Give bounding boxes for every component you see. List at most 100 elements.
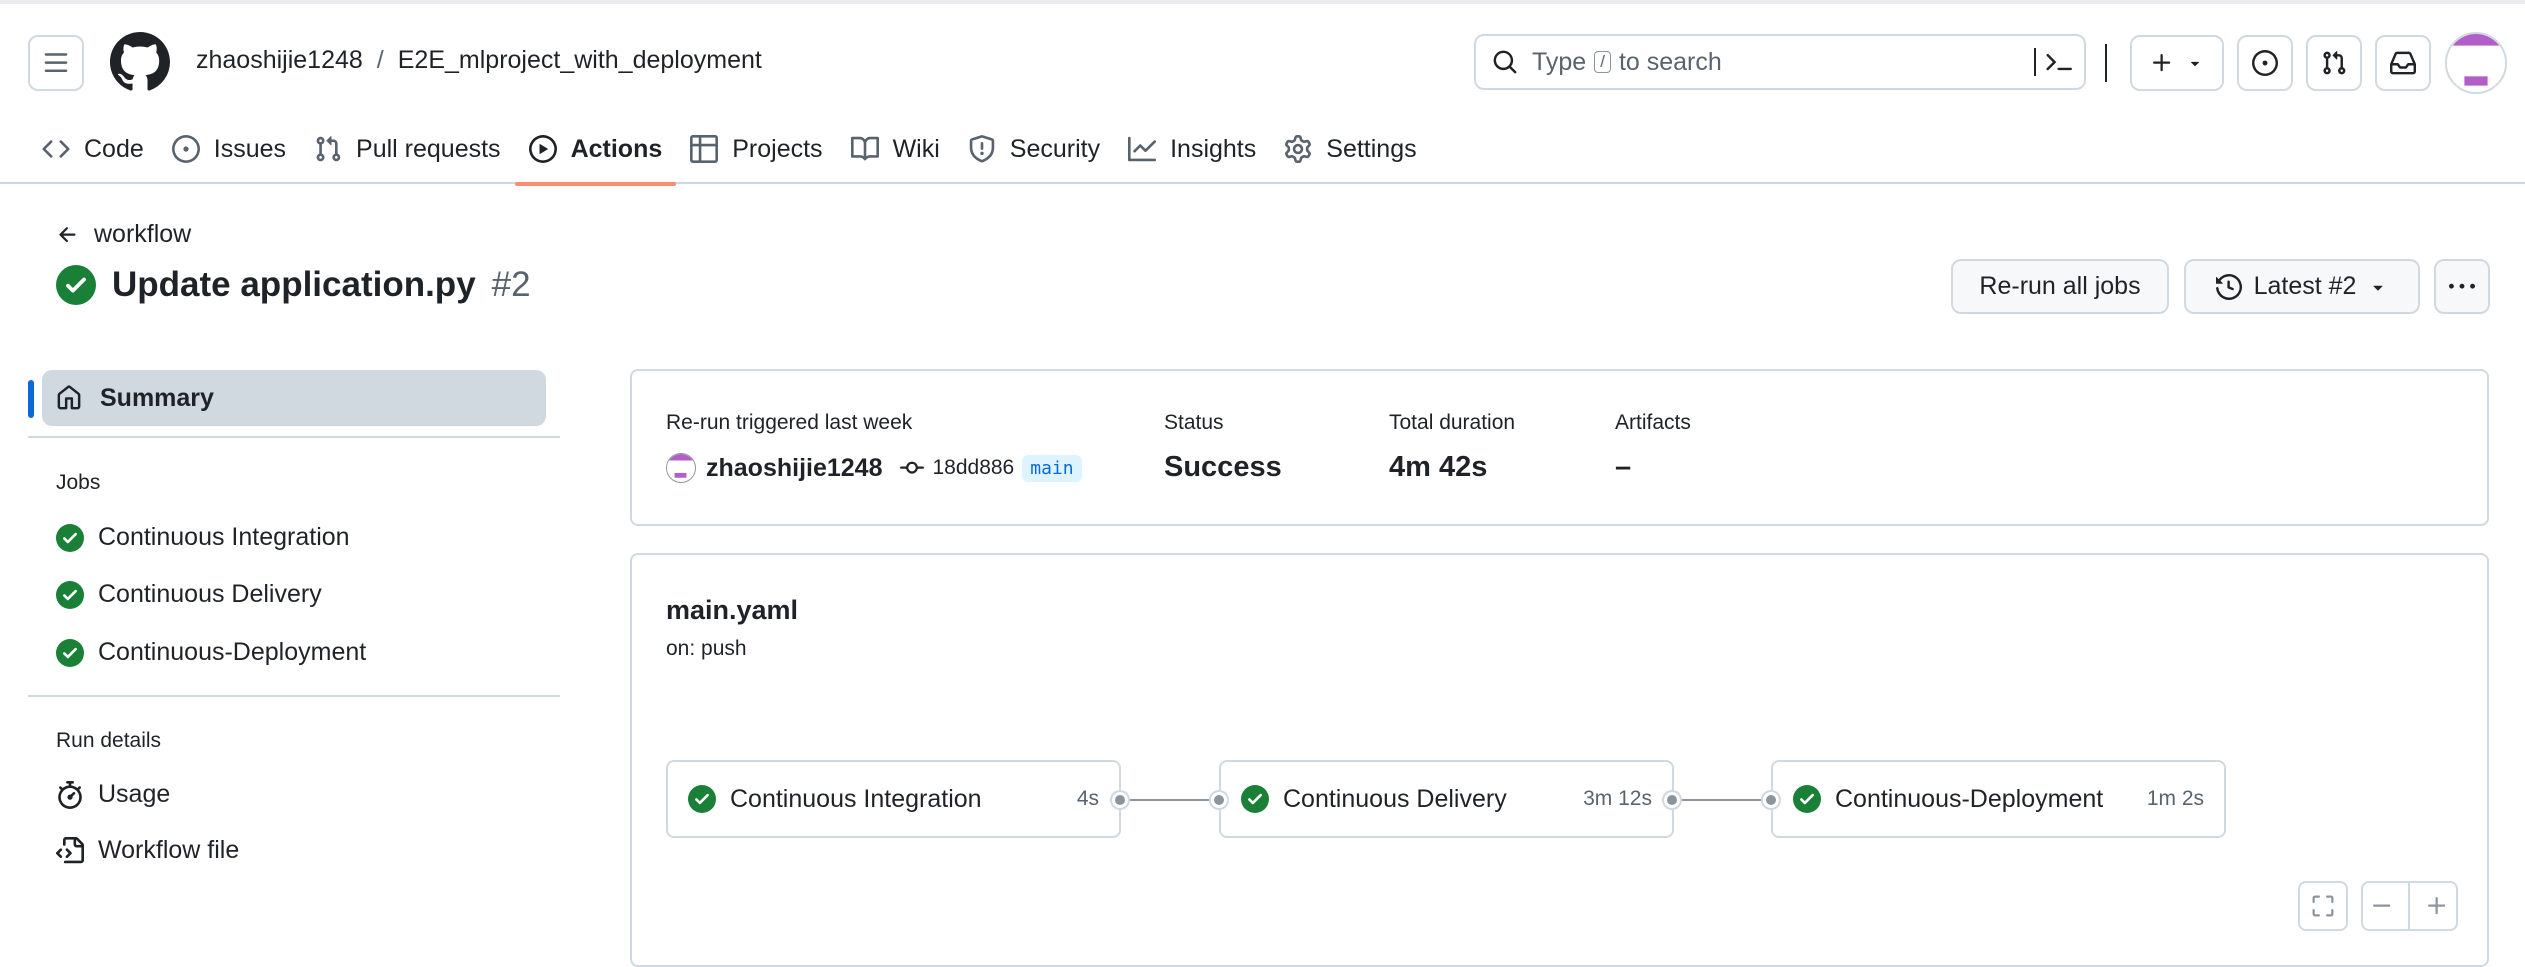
artifacts-value: –: [1615, 451, 1632, 483]
repo-name-link[interactable]: E2E_mlproject_with_deployment: [398, 46, 762, 75]
tab-projects-label: Projects: [732, 134, 823, 163]
job-duration: 3m 12s: [1583, 787, 1652, 810]
table-icon: [690, 135, 719, 163]
job-input-port: [1211, 792, 1227, 808]
job-duration: 4s: [1076, 787, 1099, 810]
repo-owner-link[interactable]: zhaoshijie1248: [196, 46, 363, 75]
tab-insights-label: Insights: [1170, 134, 1257, 163]
graph-icon: [1128, 136, 1157, 162]
job-name: Continuous Integration: [730, 784, 982, 813]
fullscreen-button[interactable]: [2298, 881, 2348, 931]
tab-wiki[interactable]: Wiki: [837, 118, 954, 180]
job-node-continuous-deployment[interactable]: Continuous-Deployment 1m 2s: [1771, 760, 2226, 838]
rerun-all-jobs-button[interactable]: Re-run all jobs: [1951, 259, 2169, 314]
trigger-label: Re-run triggered last week: [666, 411, 913, 434]
summary-label: Summary: [100, 383, 214, 412]
history-icon: [2215, 273, 2242, 300]
run-title: Update application.py: [112, 265, 476, 304]
sidebar-job-label: Continuous-Deployment: [98, 638, 367, 666]
tab-code-label: Code: [84, 134, 144, 163]
zoom-in-icon[interactable]: [2425, 894, 2449, 918]
commit-info: 18dd886 main: [900, 454, 1082, 482]
tab-settings-label: Settings: [1326, 134, 1417, 163]
search-icon: [1493, 50, 1517, 74]
sidebar-item-usage[interactable]: Usage: [56, 780, 170, 809]
zoom-out-icon[interactable]: [2370, 894, 2394, 918]
branch-badge[interactable]: main: [1022, 454, 1082, 482]
code-icon: [42, 140, 70, 158]
workflow-trigger: on: push: [666, 637, 747, 660]
inbox-icon: [2390, 51, 2416, 75]
sidebar-job-continuous-integration[interactable]: Continuous Integration: [56, 523, 350, 552]
notifications-button[interactable]: [2375, 35, 2431, 91]
tab-insights[interactable]: Insights: [1114, 118, 1270, 180]
check-circle-fill-icon: [56, 638, 84, 667]
repo-breadcrumb: zhaoshijie1248 / E2E_mlproject_with_depl…: [196, 46, 762, 75]
duration-value: 4m 42s: [1389, 451, 1488, 483]
selected-indicator: [28, 380, 34, 418]
shield-icon: [969, 135, 995, 163]
create-new-button[interactable]: [2130, 35, 2224, 91]
tab-pull-requests[interactable]: Pull requests: [300, 118, 515, 180]
workflow-file-name: main.yaml: [666, 595, 799, 625]
sidebar-item-workflow-file[interactable]: Workflow file: [56, 836, 239, 865]
search-divider: [2034, 48, 2036, 76]
plus-icon: [2153, 54, 2171, 72]
workflow-graph-card: main.yaml on: push Continuous Integratio…: [630, 553, 2489, 967]
tab-actions[interactable]: Actions: [514, 118, 677, 186]
tab-security-label: Security: [1009, 134, 1101, 163]
search-placeholder-before: Type: [1532, 47, 1587, 76]
tab-issues[interactable]: Issues: [158, 118, 300, 180]
tab-security[interactable]: Security: [954, 118, 1114, 180]
search-input[interactable]: Type / to search: [1474, 34, 2086, 90]
workflow-file-label: Workflow file: [98, 836, 240, 864]
search-shortcut-key: /: [1594, 51, 1611, 73]
sidebar-job-continuous-delivery[interactable]: Continuous Delivery: [56, 580, 322, 609]
job-name: Continuous Delivery: [1283, 784, 1507, 813]
git-pull-request-icon: [2323, 50, 2346, 75]
run-details-heading: Run details: [56, 729, 162, 752]
actor-info: zhaoshijie1248 18dd886 main: [666, 453, 1082, 483]
job-node-continuous-integration[interactable]: Continuous Integration 4s: [666, 760, 1121, 838]
tab-code[interactable]: Code: [28, 118, 158, 180]
sidebar-divider: [28, 695, 560, 697]
tab-pull-requests-label: Pull requests: [356, 134, 501, 163]
check-circle-fill-icon: [1793, 785, 1821, 813]
duration-label: Total duration: [1389, 411, 1516, 434]
latest-attempt-dropdown[interactable]: Latest #2: [2184, 259, 2420, 314]
command-palette-icon: [2046, 53, 2072, 71]
tab-settings[interactable]: Settings: [1270, 118, 1430, 180]
gear-icon: [1285, 135, 1312, 163]
github-logo-icon[interactable]: [110, 32, 170, 92]
artifacts-label: Artifacts: [1615, 411, 1691, 434]
tab-projects[interactable]: Projects: [676, 118, 836, 180]
actor-name[interactable]: zhaoshijie1248: [706, 454, 882, 483]
kebab-horizontal-icon: [2449, 283, 2475, 289]
actor-avatar[interactable]: [666, 453, 696, 483]
stopwatch-icon: [58, 780, 82, 809]
your-issues-button[interactable]: [2237, 35, 2293, 91]
commit-sha[interactable]: 18dd886: [932, 456, 1014, 480]
sidebar-job-continuous-deployment[interactable]: Continuous-Deployment: [56, 638, 366, 667]
sidebar-divider: [28, 436, 560, 438]
command-palette-button[interactable]: [2034, 48, 2072, 76]
job-input-port: [1763, 792, 1779, 808]
sidebar-item-summary[interactable]: Summary: [42, 370, 546, 426]
triangle-down-icon: [2190, 61, 2200, 67]
sidebar-job-label: Continuous Delivery: [98, 580, 322, 608]
zoom-divider: [2408, 882, 2411, 930]
back-to-workflow-link[interactable]: workflow: [56, 220, 191, 249]
page-title: Update application.py #2: [56, 265, 531, 305]
more-options-button[interactable]: [2434, 259, 2490, 314]
your-pull-requests-button[interactable]: [2306, 35, 2362, 91]
sidebar-job-label: Continuous Integration: [98, 523, 350, 551]
job-output-port: [1112, 792, 1128, 808]
job-node-continuous-delivery[interactable]: Continuous Delivery 3m 12s: [1219, 760, 1674, 838]
issue-opened-icon: [171, 135, 200, 163]
tab-actions-label: Actions: [570, 134, 663, 163]
rerun-label: Re-run all jobs: [1979, 272, 2141, 300]
file-code-icon: [56, 836, 84, 863]
user-avatar[interactable]: [2445, 32, 2507, 94]
menu-button[interactable]: [28, 35, 84, 91]
job-connector: [1120, 799, 1220, 801]
